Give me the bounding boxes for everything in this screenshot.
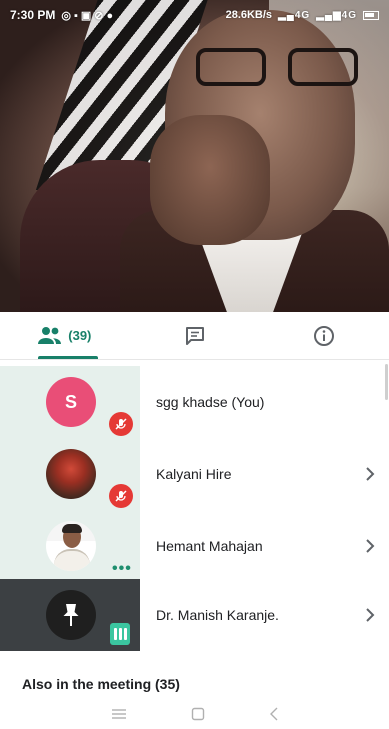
notification-icons: ◎▪▣⊘● <box>61 9 116 22</box>
signal-indicator-2: ▂▄▆4G <box>316 9 357 21</box>
video-speaker-glasses <box>178 48 368 88</box>
block-icon: ⊘ <box>94 9 107 22</box>
location-icon: ● <box>106 9 117 22</box>
participant-tile <box>0 438 140 510</box>
info-icon <box>314 325 335 346</box>
tab-people[interactable]: (39) <box>0 312 130 359</box>
audio-level-icon <box>110 623 130 645</box>
avatar <box>46 521 96 571</box>
signal-indicator-1: ▂▄4G <box>278 9 311 21</box>
participant-row[interactable]: S sgg khadse (You) <box>0 366 389 438</box>
system-navigation-bar <box>0 699 389 729</box>
gallery-icon: ▣ <box>80 9 95 22</box>
participant-count: (39) <box>68 328 92 343</box>
video-speaker-hand <box>150 115 270 245</box>
tab-chat[interactable] <box>130 312 260 359</box>
participant-tile: S <box>0 366 140 438</box>
participant-row[interactable]: ••• Hemant Mahajan <box>0 510 389 582</box>
participant-list: S sgg khadse (You) Kalyani Hire ••• Hema… <box>0 361 389 651</box>
home-square-icon[interactable] <box>191 707 205 721</box>
chevron-right-icon[interactable] <box>365 579 375 651</box>
more-dots-icon: ••• <box>112 560 132 577</box>
participant-name: Hemant Mahajan <box>156 538 263 554</box>
battery-icon <box>363 10 379 20</box>
scrollbar[interactable] <box>385 364 388 400</box>
chevron-right-icon[interactable] <box>365 510 375 582</box>
avatar: S <box>46 377 96 427</box>
participant-name: sgg khadse (You) <box>156 394 265 410</box>
participant-tile: ••• <box>0 510 140 582</box>
chat-icon: ▪ <box>73 9 81 22</box>
mic-off-icon <box>109 484 133 508</box>
status-time: 7:30 PM <box>10 8 56 22</box>
whatsapp-icon: ◎ <box>61 9 74 22</box>
mic-off-icon <box>109 412 133 436</box>
network-speed: 28.6KB/s <box>225 9 273 21</box>
main-video-feed[interactable] <box>0 0 389 312</box>
participant-tile <box>0 579 140 651</box>
chevron-right-icon[interactable] <box>365 438 375 510</box>
participant-name: Kalyani Hire <box>156 466 232 482</box>
participant-row[interactable]: Dr. Manish Karanje. <box>0 579 389 651</box>
menu-icon[interactable] <box>111 708 127 720</box>
participant-name: Dr. Manish Karanje. <box>156 607 279 623</box>
participant-row[interactable]: Kalyani Hire <box>0 438 389 510</box>
tab-info[interactable] <box>259 312 389 359</box>
back-chevron-icon[interactable] <box>269 707 279 721</box>
meeting-tabs: (39) <box>0 312 389 360</box>
status-bar: 7:30 PM ◎▪▣⊘● 28.6KB/s ▂▄4G ▂▄▆4G <box>0 0 389 30</box>
also-in-meeting-header: Also in the meeting (35) <box>22 676 180 692</box>
chat-bubble-icon <box>185 326 204 345</box>
avatar <box>46 449 96 499</box>
pin-icon <box>63 604 79 626</box>
people-icon <box>38 326 62 344</box>
avatar <box>46 590 96 640</box>
